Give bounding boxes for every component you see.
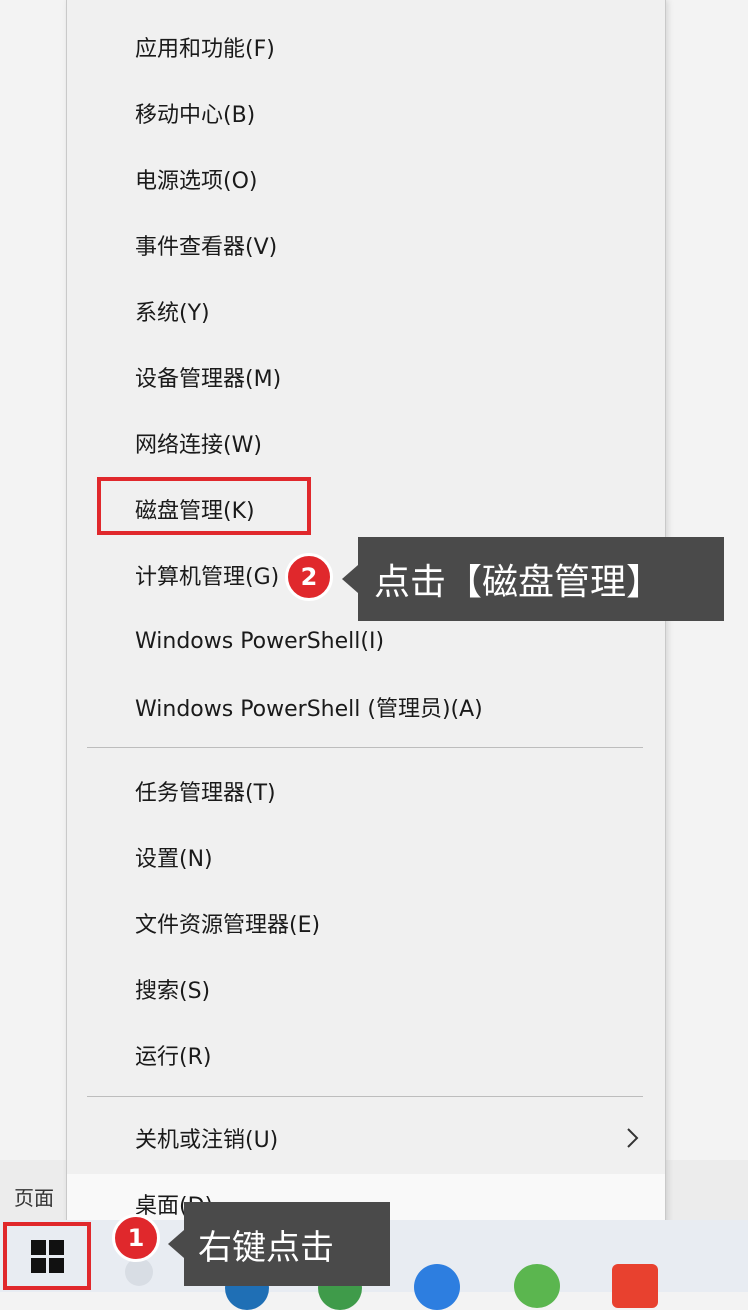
menu-item-label: 搜索(S) xyxy=(135,979,211,1004)
menu-item-mobility-center[interactable]: 移动中心(B) xyxy=(67,83,665,143)
menu-item-shutdown[interactable]: 关机或注销(U) xyxy=(67,1108,665,1168)
menu-item-label: Windows PowerShell (管理员)(A) xyxy=(135,697,483,722)
menu-item-settings[interactable]: 设置(N) xyxy=(67,827,665,887)
menu-item-label: 移动中心(B) xyxy=(135,103,256,128)
menu-item-device-manager[interactable]: 设备管理器(M) xyxy=(67,347,665,407)
app-icon[interactable] xyxy=(414,1264,460,1310)
menu-item-network-connections[interactable]: 网络连接(W) xyxy=(67,413,665,473)
menu-item-powershell-admin[interactable]: Windows PowerShell (管理员)(A) xyxy=(67,677,665,737)
wps-office-icon[interactable] xyxy=(612,1264,658,1308)
menu-separator xyxy=(87,1096,643,1097)
menu-item-system[interactable]: 系统(Y) xyxy=(67,281,665,341)
menu-item-label: 应用和功能(F) xyxy=(135,37,275,62)
step-2-callout: 点击【磁盘管理】 xyxy=(342,537,724,621)
menu-item-event-viewer[interactable]: 事件查看器(V) xyxy=(67,215,665,275)
menu-item-power-options[interactable]: 电源选项(O) xyxy=(67,149,665,209)
search-icon[interactable] xyxy=(125,1258,153,1286)
step-2-badge: 2 xyxy=(285,553,333,601)
menu-item-run[interactable]: 运行(R) xyxy=(67,1025,665,1085)
menu-item-label: 文件资源管理器(E) xyxy=(135,913,321,938)
menu-item-label: 电源选项(O) xyxy=(135,169,258,194)
clover-app-icon[interactable] xyxy=(514,1264,560,1308)
menu-item-file-explorer[interactable]: 文件资源管理器(E) xyxy=(67,893,665,953)
start-button[interactable] xyxy=(3,1222,91,1290)
side-label: 页面 xyxy=(14,1186,54,1210)
menu-item-label: 关机或注销(U) xyxy=(135,1128,279,1153)
step-1-callout: 右键点击 xyxy=(168,1202,390,1286)
step-1-badge: 1 xyxy=(112,1214,160,1262)
menu-item-task-manager[interactable]: 任务管理器(T) xyxy=(67,761,665,821)
menu-item-search[interactable]: 搜索(S) xyxy=(67,959,665,1019)
menu-item-label: 系统(Y) xyxy=(135,301,210,326)
menu-item-label: 事件查看器(V) xyxy=(135,235,278,260)
menu-item-label: 设置(N) xyxy=(135,847,213,872)
menu-item-apps-features[interactable]: 应用和功能(F) xyxy=(67,17,665,77)
windows-logo-icon xyxy=(30,1239,64,1273)
menu-item-label: Windows PowerShell(I) xyxy=(135,628,385,654)
disk-management-highlight xyxy=(97,477,311,535)
menu-item-label: 运行(R) xyxy=(135,1045,212,1070)
menu-separator xyxy=(87,747,643,748)
chevron-right-icon xyxy=(627,1128,639,1148)
menu-item-label: 设备管理器(M) xyxy=(135,367,282,392)
menu-item-label: 任务管理器(T) xyxy=(135,781,276,806)
menu-item-label: 计算机管理(G) xyxy=(135,565,280,590)
menu-item-label: 网络连接(W) xyxy=(135,433,262,458)
